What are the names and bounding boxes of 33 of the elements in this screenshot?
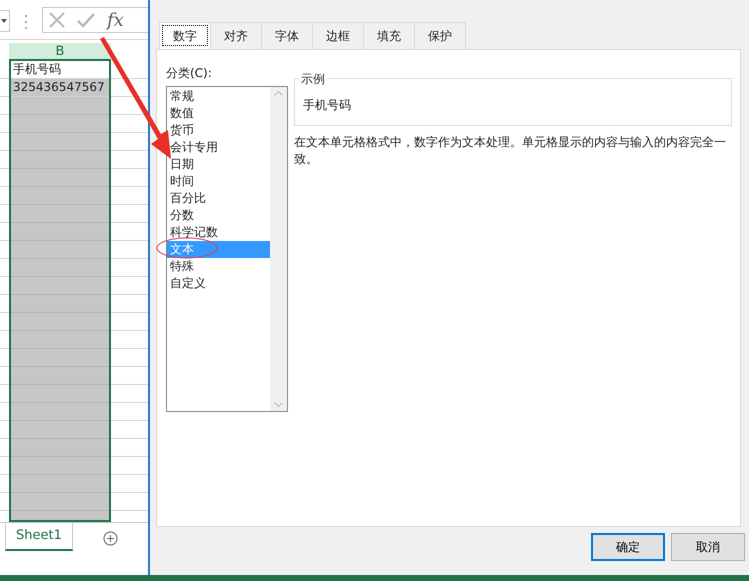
annotation-circle — [156, 238, 218, 258]
dropdown-caret-icon — [1, 19, 7, 24]
dialog-tab[interactable]: 数字 — [159, 22, 211, 49]
category-list[interactable]: 常规 数值 货币 会计专用 日期 时间 百分比 分数 科学记数 文本 特殊 自定义 — [166, 86, 288, 412]
cell[interactable]: 325436547567 — [11, 79, 109, 97]
category-item[interactable]: 日期 — [167, 156, 270, 173]
category-item[interactable]: 货币 — [167, 122, 270, 139]
cancel-icon[interactable] — [49, 12, 65, 28]
description-text: 在文本单元格格式中，数字作为文本处理。单元格显示的内容与输入的内容完全一致。 — [294, 134, 727, 168]
scroll-down-icon[interactable] — [274, 402, 283, 407]
ok-button[interactable]: 确定 — [591, 533, 665, 561]
name-box[interactable] — [0, 10, 10, 32]
grip-icon — [24, 14, 28, 30]
category-label: 分类(C): — [166, 65, 213, 82]
dialog-tab[interactable]: 保护 — [414, 22, 466, 49]
category-item[interactable]: 特殊 — [167, 258, 270, 275]
cancel-button[interactable]: 取消 — [671, 533, 745, 561]
category-item[interactable]: 数值 — [167, 105, 270, 122]
check-icon[interactable] — [77, 12, 95, 28]
sheet-tab[interactable]: Sheet1 — [5, 523, 73, 550]
category-item[interactable]: 时间 — [167, 173, 270, 190]
column-header[interactable]: B — [9, 43, 111, 61]
add-sheet-icon[interactable] — [102, 531, 118, 546]
insert-function-button[interactable]: fx — [107, 6, 124, 34]
scrollbar[interactable] — [270, 87, 287, 411]
scroll-up-icon[interactable] — [274, 91, 283, 96]
category-item[interactable]: 常规 — [167, 88, 270, 105]
category-item[interactable]: 自定义 — [167, 275, 270, 292]
sample-value: 手机号码 — [303, 98, 351, 112]
category-item[interactable]: 科学记数 — [167, 224, 270, 241]
category-item[interactable]: 百分比 — [167, 190, 270, 207]
category-item[interactable]: 会计专用 — [167, 139, 270, 156]
category-item[interactable]: 分数 — [167, 207, 270, 224]
